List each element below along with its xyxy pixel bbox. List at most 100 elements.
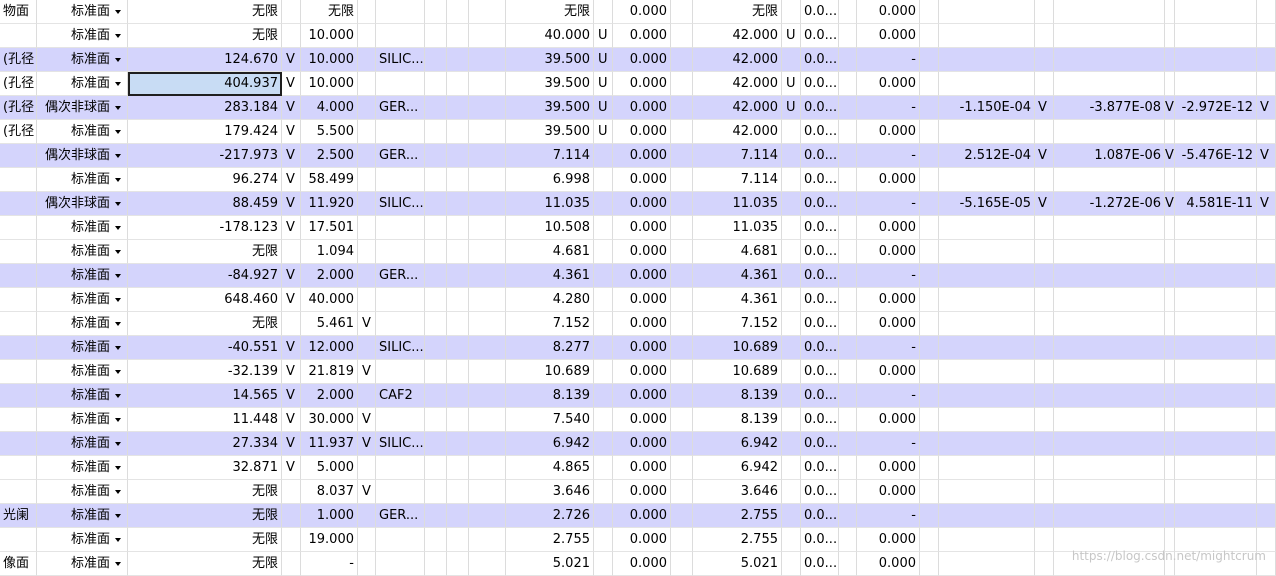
param-8th-order-solve-cell[interactable]	[1257, 504, 1276, 528]
param-8th-order-cell[interactable]: 4.581E-11	[1175, 192, 1257, 216]
tce-solve-cell[interactable]	[920, 336, 939, 360]
chip-zone-cell[interactable]: 0.000	[613, 288, 671, 312]
param-6th-order-solve-cell[interactable]	[1165, 456, 1175, 480]
coating-solve-cell[interactable]	[469, 0, 506, 24]
radius-cell[interactable]: 无限	[128, 0, 282, 24]
thickness-solve-cell[interactable]: V	[358, 408, 376, 432]
radius-solve-cell[interactable]: V	[282, 384, 301, 408]
thickness-cell[interactable]: 10.000	[301, 48, 358, 72]
thickness-solve-cell[interactable]	[358, 264, 376, 288]
tce-cell[interactable]: -	[857, 384, 920, 408]
comment-cell[interactable]	[0, 360, 37, 384]
radius-solve-cell[interactable]	[282, 240, 301, 264]
conic-cell[interactable]: 0.0...	[801, 456, 839, 480]
semi-diameter-solve-cell[interactable]	[594, 288, 613, 312]
coating-solve-cell[interactable]	[469, 504, 506, 528]
thickness-cell[interactable]: 5.000	[301, 456, 358, 480]
tce-cell[interactable]: -	[857, 48, 920, 72]
mech-semi-diameter-cell[interactable]: 3.646	[693, 480, 782, 504]
comment-cell[interactable]: 物面	[0, 0, 37, 24]
semi-diameter-solve-cell[interactable]	[594, 240, 613, 264]
material-solve-cell[interactable]	[425, 336, 447, 360]
coating-cell[interactable]	[447, 480, 469, 504]
dropdown-arrow-icon[interactable]	[115, 34, 121, 38]
tce-solve-cell[interactable]	[920, 240, 939, 264]
param-4th-order-cell[interactable]: -5.165E-05	[939, 192, 1035, 216]
chip-zone-cell[interactable]: 0.000	[613, 408, 671, 432]
param-6th-order-cell[interactable]: 1.087E-06	[1054, 144, 1165, 168]
material-cell[interactable]	[376, 0, 425, 24]
material-solve-cell[interactable]	[425, 480, 447, 504]
thickness-cell[interactable]: 5.461	[301, 312, 358, 336]
param-8th-order-solve-cell[interactable]	[1257, 168, 1276, 192]
dropdown-arrow-icon[interactable]	[115, 442, 121, 446]
thickness-solve-cell[interactable]: V	[358, 312, 376, 336]
surface-row[interactable]: 光阑标准面无限1.000GER...2.7260.0002.7550.0...-	[0, 504, 1276, 528]
thickness-solve-cell[interactable]	[358, 192, 376, 216]
material-solve-cell[interactable]	[425, 168, 447, 192]
thickness-solve-cell[interactable]: V	[358, 480, 376, 504]
comment-cell[interactable]: (孔径	[0, 48, 37, 72]
conic-cell[interactable]: 0.0...	[801, 408, 839, 432]
thickness-cell[interactable]: 12.000	[301, 336, 358, 360]
radius-solve-cell[interactable]: V	[282, 288, 301, 312]
param-4th-order-solve-cell[interactable]	[1035, 240, 1054, 264]
param-6th-order-cell[interactable]	[1054, 480, 1165, 504]
material-solve-cell[interactable]	[425, 144, 447, 168]
chip-zone-solve-cell[interactable]	[671, 360, 693, 384]
material-cell[interactable]	[376, 120, 425, 144]
material-solve-cell[interactable]	[425, 96, 447, 120]
coating-solve-cell[interactable]	[469, 360, 506, 384]
param-8th-order-cell[interactable]	[1175, 288, 1257, 312]
thickness-cell[interactable]: 11.937	[301, 432, 358, 456]
coating-cell[interactable]	[447, 432, 469, 456]
tce-cell[interactable]: 0.000	[857, 72, 920, 96]
semi-diameter-cell[interactable]: 2.726	[506, 504, 594, 528]
mech-semi-diameter-cell[interactable]: 42.000	[693, 24, 782, 48]
param-8th-order-solve-cell[interactable]	[1257, 480, 1276, 504]
dropdown-arrow-icon[interactable]	[115, 370, 121, 374]
tce-solve-cell[interactable]	[920, 0, 939, 24]
surface-row[interactable]: 标准面-84.927V2.000GER...4.3610.0004.3610.0…	[0, 264, 1276, 288]
surface-type-dropdown[interactable]: 标准面	[37, 360, 128, 384]
radius-solve-cell[interactable]: V	[282, 72, 301, 96]
tce-cell[interactable]: 0.000	[857, 528, 920, 552]
comment-cell[interactable]	[0, 312, 37, 336]
param-6th-order-cell[interactable]	[1054, 288, 1165, 312]
coating-cell[interactable]	[447, 528, 469, 552]
radius-cell[interactable]: 无限	[128, 312, 282, 336]
radius-cell[interactable]: 14.565	[128, 384, 282, 408]
coating-solve-cell[interactable]	[469, 384, 506, 408]
mech-semi-diameter-solve-cell[interactable]	[782, 192, 801, 216]
mech-semi-diameter-solve-cell[interactable]	[782, 216, 801, 240]
conic-solve-cell[interactable]	[839, 288, 857, 312]
param-8th-order-solve-cell[interactable]	[1257, 240, 1276, 264]
conic-cell[interactable]: 0.0...	[801, 336, 839, 360]
material-cell[interactable]: CAF2	[376, 384, 425, 408]
comment-cell[interactable]	[0, 264, 37, 288]
conic-solve-cell[interactable]	[839, 72, 857, 96]
param-4th-order-cell[interactable]	[939, 336, 1035, 360]
chip-zone-solve-cell[interactable]	[671, 480, 693, 504]
mech-semi-diameter-cell[interactable]: 42.000	[693, 96, 782, 120]
thickness-cell[interactable]: 17.501	[301, 216, 358, 240]
radius-cell[interactable]: -32.139	[128, 360, 282, 384]
comment-cell[interactable]	[0, 456, 37, 480]
semi-diameter-cell[interactable]: 40.000	[506, 24, 594, 48]
param-4th-order-solve-cell[interactable]	[1035, 432, 1054, 456]
thickness-cell[interactable]: 2.000	[301, 384, 358, 408]
semi-diameter-solve-cell[interactable]	[594, 0, 613, 24]
semi-diameter-cell[interactable]: 4.280	[506, 288, 594, 312]
param-4th-order-cell[interactable]	[939, 240, 1035, 264]
coating-solve-cell[interactable]	[469, 216, 506, 240]
dropdown-arrow-icon[interactable]	[115, 394, 121, 398]
chip-zone-solve-cell[interactable]	[671, 72, 693, 96]
tce-cell[interactable]: 0.000	[857, 0, 920, 24]
semi-diameter-cell[interactable]: 39.500	[506, 48, 594, 72]
param-4th-order-cell[interactable]	[939, 24, 1035, 48]
comment-cell[interactable]	[0, 240, 37, 264]
chip-zone-cell[interactable]: 0.000	[613, 336, 671, 360]
radius-solve-cell[interactable]: V	[282, 120, 301, 144]
material-cell[interactable]	[376, 360, 425, 384]
surface-type-dropdown[interactable]: 标准面	[37, 0, 128, 24]
